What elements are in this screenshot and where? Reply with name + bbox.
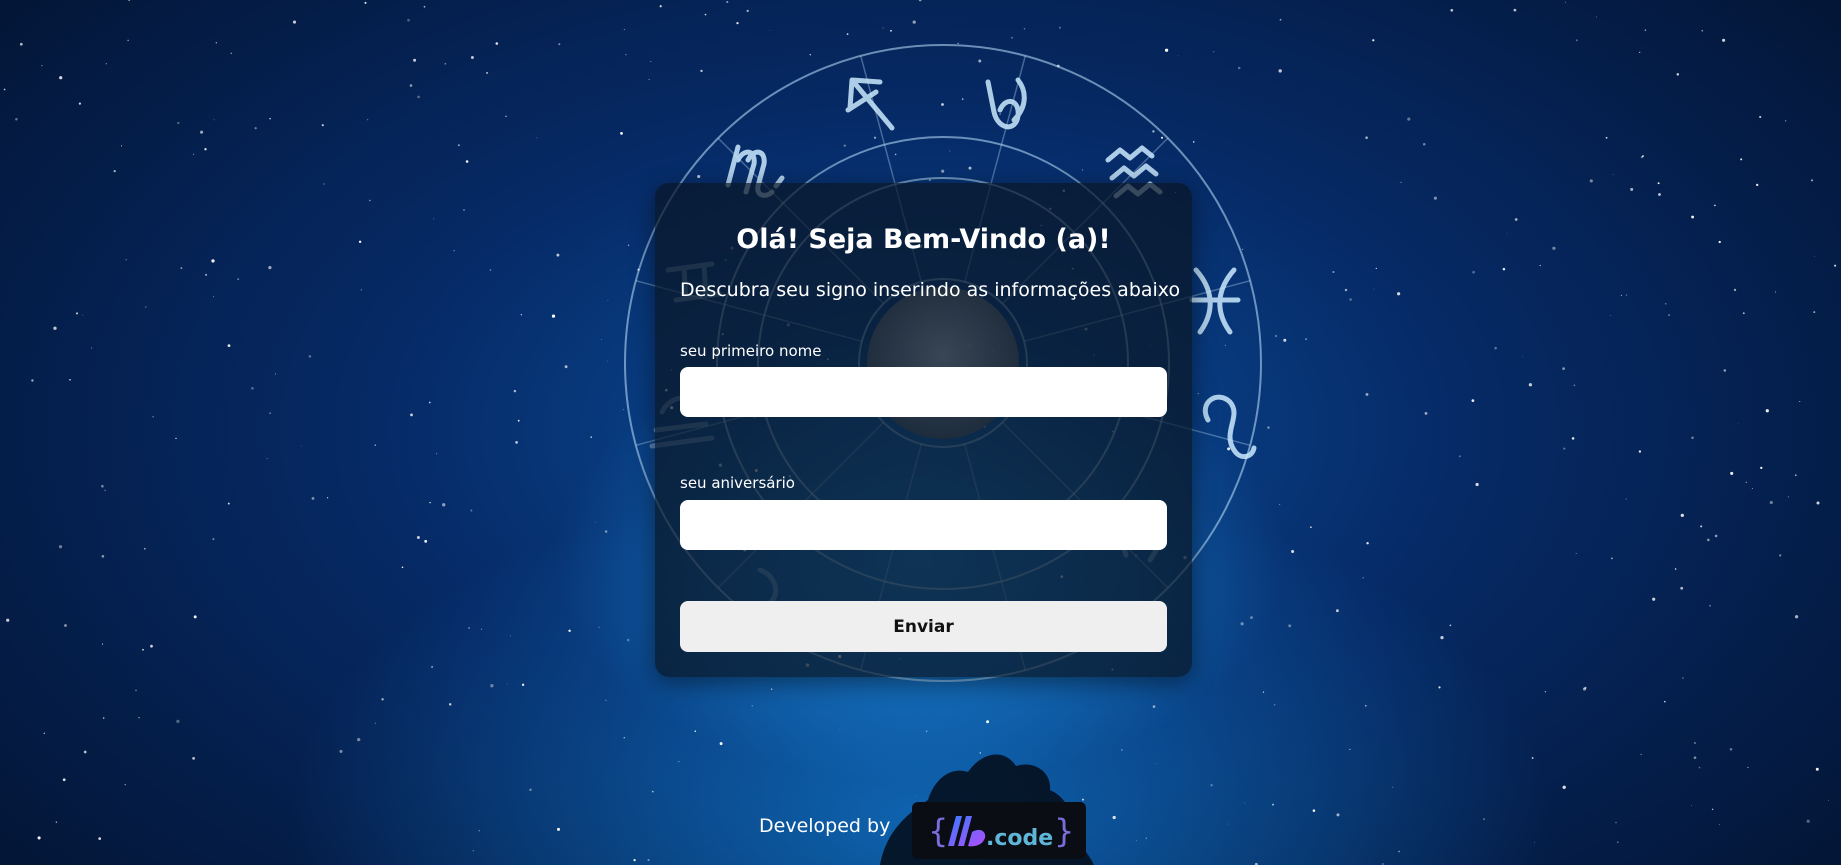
form-subtitle: Descubra seu signo inserindo as informaç… [680,279,1181,301]
developer-logo-mark: { .code } [928,812,1074,851]
svg-text:{: { [928,812,948,850]
birthday-input[interactable] [680,500,1167,550]
first-name-input[interactable] [680,367,1167,417]
logo-text: .code [986,826,1053,851]
developed-by-label: Developed by [759,815,891,837]
zodiac-form-card: Olá! Seja Bem-Vindo (a)! Descubra seu si… [655,183,1192,677]
birthday-label: seu aniversário [680,474,795,492]
developer-logo[interactable]: { .code } [912,802,1086,859]
svg-text:}: } [1054,812,1074,850]
form-title: Olá! Seja Bem-Vindo (a)! [736,224,1111,255]
first-name-label: seu primeiro nome [680,342,822,360]
submit-button[interactable]: Enviar [680,601,1167,652]
